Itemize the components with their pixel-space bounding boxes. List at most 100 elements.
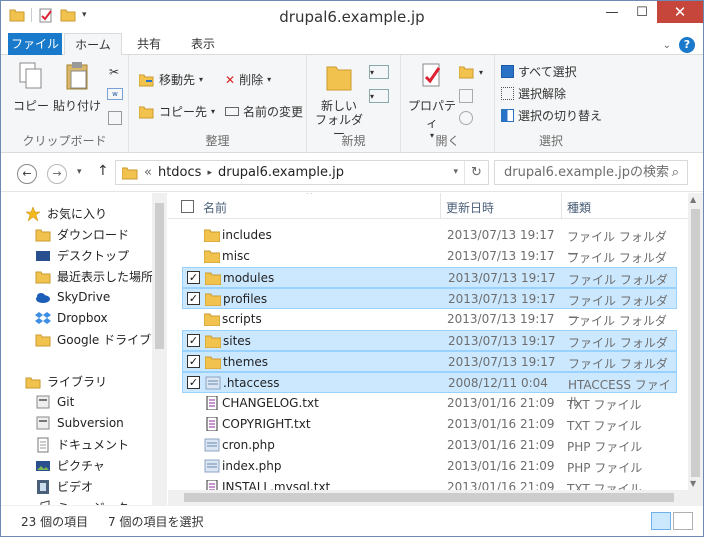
new-folder-button[interactable]: 新しい フォルダー: [315, 61, 363, 141]
file-row[interactable]: COPYRIGHT.txt 2013/01/16 21:09 TXT ファイル: [182, 414, 677, 435]
row-checkbox[interactable]: ✓: [187, 271, 200, 284]
horizontal-scrollbar[interactable]: [168, 490, 688, 505]
nav-item[interactable]: ライブラリ: [25, 373, 107, 390]
file-row[interactable]: ✓sites2013/07/13 19:17ファイル フォルダー: [182, 330, 677, 367]
copy-to-button[interactable]: コピー先 ▾: [139, 103, 215, 120]
help-icon[interactable]: ?: [679, 37, 695, 53]
file-name: sites: [223, 334, 251, 348]
breadcrumb-current[interactable]: drupal6.example.jp: [218, 165, 344, 180]
file-row[interactable]: index.php 2013/01/16 21:09 PHP ファイル: [182, 456, 677, 477]
nav-item[interactable]: Google ドライブ: [35, 331, 151, 348]
file-date: 2013/07/13 19:17: [447, 228, 555, 242]
file-row[interactable]: includes 2013/07/13 19:17 ファイル フォルダー: [182, 225, 677, 261]
address-overflow[interactable]: «: [144, 165, 152, 180]
file-row[interactable]: ✓modules2013/07/13 19:17ファイル フォルダー: [182, 267, 677, 304]
row-checkbox[interactable]: ✓: [187, 334, 200, 347]
up-icon[interactable]: ↑: [97, 163, 109, 179]
nav-item[interactable]: ダウンロード: [35, 226, 129, 243]
open-icon[interactable]: ▾: [459, 65, 483, 79]
new-item-icon[interactable]: ▾: [369, 65, 389, 79]
breadcrumb-separator-icon[interactable]: ▸: [207, 168, 212, 178]
column-type[interactable]: 種類: [567, 199, 591, 216]
back-button[interactable]: ←: [17, 164, 37, 184]
nav-item[interactable]: Dropbox: [35, 310, 108, 326]
select-all-label: すべて選択: [518, 65, 577, 79]
nav-item[interactable]: 最近表示した場所: [35, 268, 153, 285]
address-bar[interactable]: « htdocs ▸ drupal6.example.jp ▾ ↻: [115, 160, 489, 185]
expand-ribbon-icon[interactable]: ⌄: [663, 40, 671, 51]
nav-item[interactable]: ピクチャ: [35, 457, 105, 474]
file-row[interactable]: ✓themes2013/07/13 19:17ファイル フォルダー: [182, 351, 677, 388]
history-icon[interactable]: [459, 111, 473, 125]
minimize-button[interactable]: —: [597, 1, 627, 23]
invert-selection-button[interactable]: 選択の切り替え: [501, 107, 602, 124]
details-view-icon[interactable]: [651, 512, 671, 530]
nav-item[interactable]: デスクトップ: [35, 247, 129, 264]
file-list-scrollbar[interactable]: ▲ ▼: [688, 193, 703, 505]
tab-share[interactable]: 共有: [129, 33, 169, 55]
ribbon-tabs: ファイル ホーム 共有 表示 ⌄ ?: [1, 33, 703, 56]
file-date: 2013/07/13 19:17: [448, 334, 556, 348]
recent-locations-icon[interactable]: ▾: [77, 167, 82, 177]
nav-item[interactable]: お気に入り: [25, 205, 107, 222]
scroll-down-icon[interactable]: ▼: [690, 479, 696, 488]
rename-button[interactable]: 名前の変更: [225, 103, 303, 120]
refresh-icon[interactable]: ↻: [464, 161, 488, 184]
nav-item[interactable]: Git: [35, 394, 74, 410]
select-group: すべて選択 選択解除 選択の切り替え 選択: [495, 55, 607, 153]
copy-path-icon[interactable]: w: [107, 88, 123, 100]
column-divider[interactable]: [561, 193, 562, 219]
new-group-label: 新規: [341, 134, 366, 148]
nav-item[interactable]: SkyDrive: [35, 289, 110, 305]
select-none-button[interactable]: 選択解除: [501, 85, 566, 102]
paste-shortcut-icon[interactable]: [108, 111, 122, 125]
file-row[interactable]: ✓ .htaccess 2008/12/11 0:04 HTACCESS ファイル: [182, 372, 677, 409]
text-file-icon: [204, 395, 220, 411]
address-dropdown-icon[interactable]: ▾: [453, 161, 458, 184]
horizontal-scroll-thumb[interactable]: [184, 493, 674, 502]
php-file-icon: [204, 459, 220, 473]
breadcrumb-htdocs[interactable]: htdocs: [158, 165, 201, 180]
easy-access-icon[interactable]: ▾: [369, 89, 389, 103]
paste-button[interactable]: 貼り付け: [53, 61, 101, 114]
column-divider[interactable]: [440, 193, 441, 219]
row-checkbox[interactable]: ✓: [187, 376, 200, 389]
large-icons-view-icon[interactable]: [673, 512, 693, 530]
column-date[interactable]: 更新日時: [446, 199, 494, 216]
edit-icon[interactable]: [459, 89, 473, 103]
close-button[interactable]: ✕: [657, 1, 703, 23]
scroll-thumb[interactable]: [691, 209, 700, 477]
paste-icon: [66, 62, 88, 90]
tab-home[interactable]: ホーム: [64, 33, 122, 56]
row-checkbox[interactable]: ✓: [187, 355, 200, 368]
row-checkbox[interactable]: ✓: [187, 292, 200, 305]
file-row[interactable]: ✓ profiles 2013/07/13 19:17 ファイル フォルダー: [182, 288, 677, 325]
file-row[interactable]: cron.php 2013/01/16 21:09 PHP ファイル: [182, 435, 677, 456]
move-to-button[interactable]: 移動先 ▾: [139, 71, 203, 88]
nav-item[interactable]: ドキュメント: [35, 436, 129, 453]
select-all-checkbox[interactable]: [181, 200, 194, 213]
sort-indicator-icon: ^: [306, 193, 313, 199]
delete-button[interactable]: ✕ 削除 ▾: [225, 71, 271, 88]
tab-file[interactable]: ファイル: [8, 33, 62, 55]
search-input[interactable]: drupal6.example.jpの検索 ⌕: [494, 160, 688, 185]
forward-button[interactable]: →: [47, 164, 67, 184]
nav-item[interactable]: Subversion: [35, 415, 124, 431]
scroll-up-icon[interactable]: ▲: [690, 195, 696, 204]
select-all-button[interactable]: すべて選択: [501, 63, 577, 80]
file-row[interactable]: CHANGELOG.txt 2013/01/16 21:09 TXT ファイル: [182, 393, 677, 414]
text-file-icon: [204, 416, 220, 432]
file-date: 2013/01/16 21:09: [447, 459, 555, 473]
tab-view[interactable]: 表示: [183, 33, 223, 55]
maximize-button[interactable]: ☐: [627, 1, 657, 23]
nav-scrollbar[interactable]: [152, 193, 167, 505]
column-name[interactable]: 名前: [203, 199, 227, 216]
file-row[interactable]: misc2013/07/13 19:17ファイル フォルダー: [182, 246, 677, 282]
cut-icon[interactable]: ✂: [109, 65, 119, 79]
nav-item[interactable]: ビデオ: [35, 478, 93, 495]
nav-scroll-thumb[interactable]: [155, 203, 164, 349]
copy-button[interactable]: コピー: [13, 61, 49, 114]
file-row[interactable]: scripts2013/07/13 19:17ファイル フォルダー: [182, 309, 677, 345]
properties-button[interactable]: プロパティ ▾: [403, 61, 461, 140]
clipboard-group-label: クリップボード: [22, 134, 107, 148]
